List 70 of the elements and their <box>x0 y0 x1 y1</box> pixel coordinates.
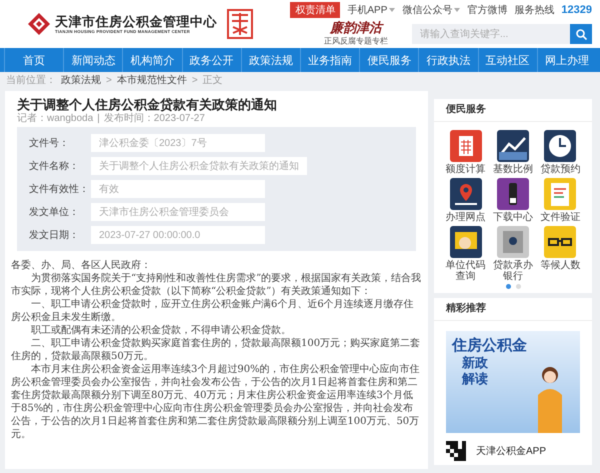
field-value: 关于调整个人住房公积金贷款有关政策的通知 <box>91 157 307 175</box>
search-button[interactable] <box>570 24 592 44</box>
seal-logo-icon <box>227 9 253 39</box>
column-logo-subtitle: 正风反腐专题专栏 <box>324 36 388 46</box>
app-label: 天津公积金APP <box>476 444 546 458</box>
usb-drive-icon <box>496 178 529 210</box>
site-title: 天津市住房公积金管理中心 <box>55 14 217 29</box>
breadcrumb-link[interactable]: 政策法规 <box>61 73 101 87</box>
promo-banner[interactable]: 住房公积金 新政 解读 <box>446 331 580 433</box>
field-value: 2023-07-27 00:00:00.0 <box>91 226 265 244</box>
service-link[interactable]: 办理网点 <box>444 178 488 223</box>
service-link[interactable]: 下载中心 <box>490 178 535 223</box>
breadcrumb-separator: > <box>192 74 198 86</box>
breadcrumb-current: 正文 <box>202 74 223 87</box>
meta-separator: | <box>97 113 100 125</box>
field-label: 文件有效性： <box>28 182 90 196</box>
column-logo[interactable]: 廉韵津沽 正风反腐专题专栏 <box>316 22 396 46</box>
qr-code-icon <box>446 441 466 461</box>
paragraph: 职工或配偶有未还清的公积金贷款，不得申请公积金贷款。 <box>30 324 292 337</box>
field-label: 文件号： <box>28 136 70 150</box>
hotline-number: 12329 <box>561 4 592 16</box>
field-label: 发文日期： <box>28 228 80 242</box>
section-title: 便民服务 <box>434 99 592 122</box>
section-title: 精彩推荐 <box>434 298 592 321</box>
field-value: 津公积金委〔2023〕7号 <box>91 134 265 152</box>
paragraph: 一、职工申请公积金贷款时，应开立住房公积金账户满6个月、近6个月连续逐月缴存住房公积金且未发生断缴。 <box>11 298 415 324</box>
service-link[interactable]: 基数比例 <box>490 130 535 175</box>
breadcrumb-separator: > <box>106 74 112 86</box>
clipboard-icon <box>544 178 576 210</box>
banner-text: 解读 <box>462 371 489 387</box>
banner-text: 新政 <box>462 355 489 371</box>
paragraph: 本市月末住房公积金资金运用率连续3个月超过90%的，市住房公积金管理中心应向市住房公积金管理委员会办公室报告，并向社会发布公告，于公告的次月1日起将首套住房和第二套住房贷款最高限额分别下调至80万元、40万元；月末住房公积金资金运用率连续3个月低于85%的，市住房公积金管理中心应向市住房公积金管理委员会办公室报告，并向社会发布公告，于公告的次月1日起将首套住房和第二套住房贷款最高限额分别上调至100万元、50万元。 <box>11 363 421 441</box>
dropdown-menu[interactable]: 微信公众号 <box>402 2 460 16</box>
emblem-icon <box>27 12 51 36</box>
caret-icon <box>389 8 396 12</box>
service-link[interactable]: 文件验证 <box>538 178 582 223</box>
paragraph: 二、职工申请公积金贷款购买家庭首套住房的，贷款最高限额100万元；购买家庭第二套住房的，贷款最高限额50万元。 <box>11 337 422 363</box>
column-logo-title: 廉韵津沽 <box>330 22 382 36</box>
map-pin-icon <box>450 178 482 210</box>
article-author: 记者：wangboda <box>17 113 94 125</box>
clock-icon <box>544 130 576 162</box>
service-link[interactable]: 等候人数 <box>538 226 582 282</box>
service-link[interactable]: 额度计算 <box>444 130 488 175</box>
field-value: 有效 <box>91 180 265 198</box>
line-chart-icon <box>496 130 529 162</box>
calculator-icon <box>450 130 482 162</box>
service-link[interactable]: 贷款预约 <box>538 130 582 175</box>
field-label: 文件名称： <box>28 160 80 173</box>
paragraph: 各委、办、局、各区人民政府： <box>11 259 152 272</box>
top-link[interactable]: 官方微博 <box>467 2 508 16</box>
safe-icon <box>496 226 529 258</box>
article-date: 发布时间：2023-07-27 <box>104 113 205 125</box>
caret-icon <box>454 8 460 12</box>
service-link[interactable]: 贷款承办银行 <box>490 226 535 282</box>
glasses-icon <box>544 226 576 258</box>
search-icon <box>576 28 586 40</box>
banner-text: 住房公积金 <box>452 337 528 355</box>
paragraph: 为贯彻落实国务院关于“支持刚性和改善性住房需求”的要求，根据国家有关政策，结合我市实际，现将个人住房公积金贷款（以下简称“公积金贷款”）有关政策通知如下： <box>11 272 422 298</box>
carousel-dot[interactable] <box>516 284 520 289</box>
article-title: 关于调整个人住房公积金贷款有关政策的通知 <box>17 97 278 112</box>
field-label: 发文单位： <box>28 206 80 219</box>
field-value: 天津市住房公积金管理委员会 <box>91 203 265 221</box>
carousel-dot[interactable] <box>506 284 510 289</box>
top-link[interactable]: 服务热线 <box>514 2 554 16</box>
list-badge-link[interactable]: 权责清单 <box>290 2 340 18</box>
service-link[interactable]: 单位代码查询 <box>444 226 488 282</box>
breadcrumb-link[interactable]: 本市规范性文件 <box>116 73 187 87</box>
breadcrumb-label: 当前位置： <box>6 74 56 87</box>
tablet-icon <box>450 226 482 258</box>
dropdown-menu[interactable]: 手机APP <box>347 2 396 16</box>
